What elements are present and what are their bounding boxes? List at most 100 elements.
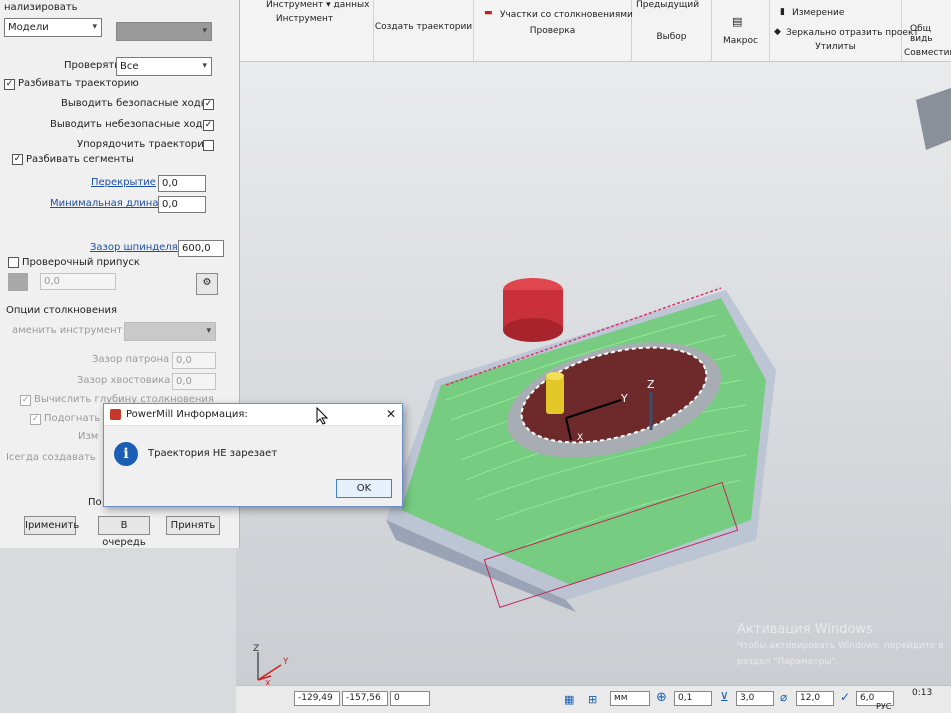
- mirror-icon: ◆: [774, 27, 781, 37]
- spindle-gap-input[interactable]: 600,0: [178, 240, 224, 257]
- spindle-gap-link[interactable]: Зазор шпинделя: [90, 242, 178, 253]
- diameter-input[interactable]: 12,0: [796, 691, 834, 706]
- graphics-viewport[interactable]: Y Z X Z Y X: [236, 0, 951, 713]
- triad-y-label: Y: [282, 657, 289, 667]
- tool-top: [546, 372, 564, 380]
- fit-label: Подогнать: [44, 413, 101, 424]
- thickness-input[interactable]: 3,0: [736, 691, 774, 706]
- macro-group-label[interactable]: Макрос: [712, 36, 769, 46]
- measure-icon: ▮: [780, 7, 785, 17]
- windows-activation-watermark: Активация Windows Чтобы активировать Win…: [737, 622, 944, 670]
- chevron-down-icon: ▾: [206, 326, 211, 336]
- order-paths-label: Упорядочить траектории: [77, 139, 211, 150]
- output-unsafe-checkbox[interactable]: ✓: [203, 120, 214, 131]
- split-segments-label: Разбивать сегменты: [26, 154, 134, 165]
- split-path-checkbox[interactable]: ✓: [4, 79, 15, 90]
- ribbon-group-tool: Инструмент ▾ данных Инструмент: [236, 0, 374, 62]
- allowance-tool-icon[interactable]: ⚙: [196, 273, 218, 295]
- split-segments-checkbox[interactable]: ✓: [12, 154, 23, 165]
- check-group-label: Проверка: [529, 26, 576, 36]
- ok-button[interactable]: OK: [336, 479, 392, 498]
- mouse-cursor-icon: [316, 407, 328, 425]
- order-paths-checkbox[interactable]: [203, 140, 214, 151]
- allowance-input[interactable]: 0,0: [40, 273, 116, 290]
- calc-depth-checkbox[interactable]: ✓: [20, 395, 31, 406]
- holder-bottom: [503, 318, 563, 342]
- min-length-link[interactable]: Минимальная длина: [50, 198, 158, 209]
- izm-label: Изм: [78, 431, 99, 442]
- panel-header: нализировать: [4, 2, 78, 13]
- measure-button[interactable]: Измерение: [792, 8, 844, 18]
- shared-view-button[interactable]: Общ видь: [910, 24, 950, 44]
- watermark-title: Активация Windows: [737, 622, 873, 637]
- previous-button[interactable]: Предыдущий: [636, 0, 699, 10]
- watermark-line2: Чтобы активировать Windows, перейдите в: [737, 641, 944, 651]
- holder-gap-label: Зазор патрона: [92, 354, 170, 365]
- allowance-color-swatch[interactable]: [8, 273, 28, 291]
- output-safe-label: Выводить безопасные ходы: [61, 98, 209, 109]
- check-allowance-checkbox[interactable]: [8, 257, 19, 268]
- overlap-input[interactable]: 0,0: [158, 175, 206, 192]
- axis-y-label: Y: [620, 392, 628, 405]
- replace-tool-select[interactable]: ▾: [124, 322, 216, 341]
- coord-x-field: -129,49: [294, 691, 340, 706]
- dialog-titlebar: PowerMill Информация: ✕: [104, 404, 402, 426]
- view-cube: [916, 88, 951, 150]
- check-select[interactable]: Все ▾: [116, 57, 212, 76]
- models-select[interactable]: Модели ▾: [4, 18, 102, 37]
- diameter-icon: ⌀: [780, 690, 788, 704]
- thickness-icon: ⊻: [720, 690, 729, 704]
- ribbon-group-shared: Общ видь Совместим: [902, 0, 951, 62]
- output-safe-checkbox[interactable]: ✓: [203, 99, 214, 110]
- select-group-label: Выбор: [656, 32, 687, 42]
- units-field[interactable]: мм: [610, 691, 650, 706]
- split-path-label: Разбивать траекторию: [18, 78, 139, 89]
- info-dialog: PowerMill Информация: ✕ i Траектория НЕ …: [103, 403, 403, 507]
- check-label: Проверять: [64, 60, 121, 71]
- models-target-select[interactable]: ▾: [116, 22, 212, 41]
- chevron-down-icon: ▾: [92, 22, 97, 32]
- apply-button[interactable]: Iрименить: [24, 516, 79, 535]
- always-create-label: Iсегда создавать: [6, 452, 96, 463]
- check-allowance-label: Проверочный припуск: [22, 257, 140, 268]
- ribbon-group-check: ▬ Участки со столкновениями Проверка: [474, 0, 633, 62]
- holder-gap-input[interactable]: 0,0: [172, 352, 216, 369]
- ribbon-group-create: Создать траектории: [374, 0, 474, 62]
- collisions-icon: ▬: [484, 8, 493, 18]
- utilities-group-label: Утилиты: [815, 42, 856, 52]
- output-unsafe-label: Выводить небезопасные ходы: [50, 119, 211, 130]
- macro-icon[interactable]: ▤: [732, 15, 742, 28]
- queue-button[interactable]: В очередь: [98, 516, 150, 548]
- watermark-line3: раздел "Параметры".: [737, 657, 839, 667]
- shank-gap-input[interactable]: 0,0: [172, 373, 216, 390]
- tolerance-input[interactable]: 0,1: [674, 691, 712, 706]
- fit-checkbox[interactable]: ✓: [30, 414, 41, 425]
- ribbon: Инструмент ▾ данных Инструмент Создать т…: [236, 0, 951, 62]
- axis-x-label: X: [577, 433, 583, 443]
- workplane-icon[interactable]: ▦: [564, 693, 574, 706]
- axis-z-label: Z: [647, 378, 655, 391]
- collisions-button[interactable]: Участки со столкновениями: [500, 10, 633, 20]
- models-select-value: Модели: [8, 22, 49, 33]
- overlap-link[interactable]: Перекрытие: [91, 177, 156, 188]
- mirror-button[interactable]: Зеркально отразить проект: [786, 28, 919, 38]
- tool-data-menu[interactable]: Инструмент ▾ данных: [266, 0, 369, 10]
- coord-y-field: -157,56: [342, 691, 388, 706]
- cutting-tool: [546, 376, 564, 414]
- triad-y-line: [257, 664, 282, 681]
- chevron-down-icon: ▾: [202, 61, 207, 71]
- grid-icon[interactable]: ⊞: [588, 693, 597, 706]
- tool-group-label: Инструмент: [275, 14, 334, 24]
- screen: { "ribbon": { "tool_top": "Инструмент ▾ …: [0, 0, 951, 713]
- coord-z-field: 0: [390, 691, 430, 706]
- triad-z-label: Z: [253, 644, 259, 654]
- language-indicator[interactable]: РУС: [876, 702, 891, 711]
- clock: 0:13: [912, 688, 933, 698]
- close-icon[interactable]: ✕: [386, 407, 396, 421]
- replace-tool-label: аменить инструмент: [12, 325, 123, 336]
- shank-gap-label: Зазор хвостовика: [77, 375, 171, 386]
- create-paths-button[interactable]: Создать траектории: [374, 22, 473, 32]
- min-length-input[interactable]: 0,0: [158, 196, 206, 213]
- collision-options-heading: Опции столкновения: [6, 305, 118, 316]
- accept-button[interactable]: Принять: [166, 516, 220, 535]
